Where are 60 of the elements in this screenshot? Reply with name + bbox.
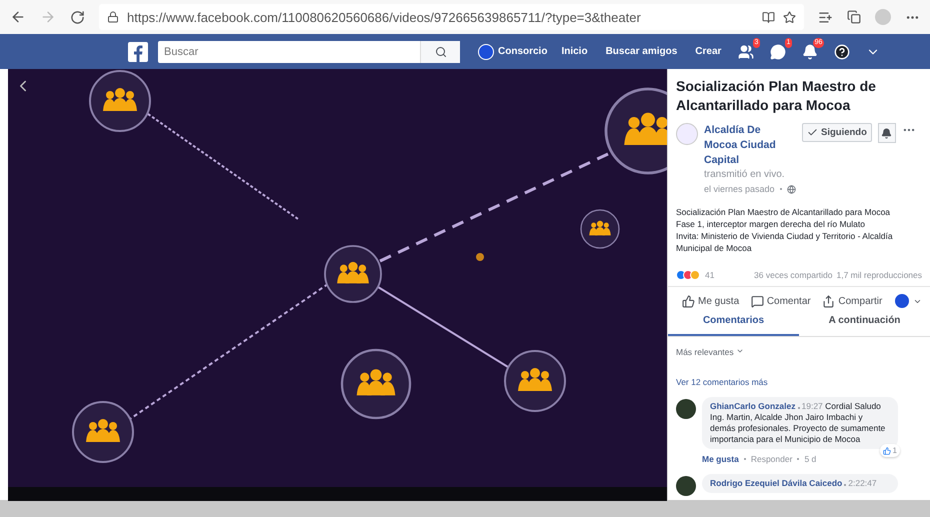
- view-count: 1,7 mil reproducciones: [836, 270, 922, 280]
- reader-icon[interactable]: [762, 10, 775, 24]
- commenter-avatar[interactable]: [676, 399, 696, 419]
- post-action-button[interactable]: Me gusta: [682, 294, 740, 308]
- avatar-icon: [478, 44, 494, 60]
- separator-dot: [798, 407, 800, 409]
- lock-icon: [107, 11, 119, 23]
- author-link[interactable]: Rodrigo Ezequiel Dávila Caicedo: [710, 478, 842, 488]
- caret-icon: [736, 347, 744, 355]
- description-text: Invita: Ministerio de Vivienda Ciudad y Territorio - Alcaldía Municipal de Mocoa: [676, 230, 894, 254]
- search-icon: [434, 46, 446, 58]
- bell-icon[interactable]: [802, 44, 818, 60]
- separator-dot: [744, 458, 746, 460]
- follow-button[interactable]: Siguiendo: [802, 123, 872, 142]
- like-link[interactable]: Me gusta: [702, 454, 739, 464]
- nav-link[interactable]: Crear: [691, 46, 726, 57]
- check-icon: [807, 127, 818, 138]
- url-text: https://www.facebook.com/110080620560686/videos/972665639865711/?type=3&theater: [127, 10, 641, 24]
- thumbs-up-icon: [682, 294, 695, 308]
- back-icon[interactable]: [10, 9, 26, 25]
- description-text: Socialización Plan Maestro de Alcantarillado para Mocoa: [676, 206, 892, 218]
- panel-tab[interactable]: Comentarios: [668, 311, 799, 336]
- separator-dot: [797, 458, 800, 460]
- globe-icon: [786, 184, 796, 194]
- avatar-icon: [894, 293, 910, 309]
- chat-bubble-icon[interactable]: [770, 44, 786, 60]
- separator-dot: [780, 188, 782, 190]
- profile-link[interactable]: Consorcio: [478, 44, 548, 60]
- search-bar[interactable]: Buscar: [158, 40, 460, 62]
- post-action-button[interactable]: Compartir: [822, 294, 882, 308]
- panel-tab[interactable]: A continuación: [799, 311, 930, 336]
- audience-selector[interactable]: [894, 293, 922, 309]
- comment-text: GhianCarlo Gonzalez 19:27 Cordial Saludo Ing. Martin, Alcalde Jhon Jairo Imbachi y demás profesionales. Proyecto de sumamente importancia para el Municipio de Mocoa: [710, 401, 886, 445]
- help-icon[interactable]: [834, 44, 850, 60]
- search-button[interactable]: [420, 40, 460, 62]
- reactions-icon[interactable]: [676, 270, 697, 280]
- address-bar[interactable]: https://www.facebook.com/110080620560686/videos/972665639865711/?type=3&theater: [99, 4, 804, 30]
- refresh-icon[interactable]: [70, 10, 85, 24]
- favorite-star-icon[interactable]: [783, 10, 796, 24]
- nav-link[interactable]: Inicio: [557, 46, 592, 57]
- separator-dot: [844, 484, 846, 486]
- bell-icon: [881, 128, 892, 138]
- collections-icon[interactable]: [847, 10, 861, 24]
- page-name-link[interactable]: Alcaldía De Mocoa Ciudad Capital: [704, 123, 796, 168]
- thumbs-up-icon: [882, 446, 891, 454]
- share-icon: [822, 294, 836, 308]
- post-action-button[interactable]: Comentar: [750, 294, 811, 308]
- live-status-text: transmitió en vivo.: [704, 168, 786, 182]
- sort-dropdown[interactable]: Más relevantes: [668, 337, 930, 357]
- friends-icon[interactable]: [738, 44, 754, 60]
- description-text: Fase 1, interceptor margen derecha del río Mulato: [676, 218, 866, 230]
- video-title: Socialización Plan Maestro de Alcantarillado para Mocoa: [675, 77, 877, 115]
- commenter-avatar[interactable]: [676, 476, 696, 496]
- notifications-button[interactable]: [878, 123, 896, 143]
- author-link[interactable]: GhianCarlo Gonzalez: [710, 401, 796, 411]
- favorites-list-icon[interactable]: [818, 10, 833, 24]
- more-comments-link[interactable]: Ver 12 comentarios más: [668, 357, 930, 395]
- facebook-logo-icon[interactable]: [128, 42, 148, 62]
- nav-link[interactable]: Buscar amigos: [602, 46, 682, 57]
- speech-bubble-icon: [750, 294, 764, 308]
